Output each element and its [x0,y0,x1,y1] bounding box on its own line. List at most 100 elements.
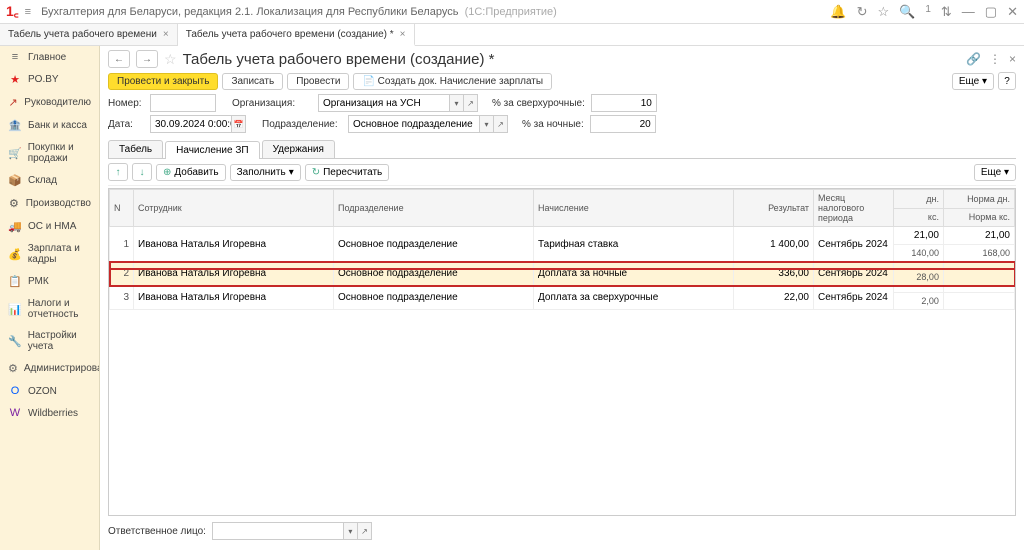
sidebar-item-12[interactable]: ⚙ Администрирование [0,357,99,380]
col-normkc[interactable]: Норма кс. [943,208,1014,227]
sidebar-icon: 💰 [8,248,22,261]
more-button[interactable]: Еще ▾ [952,73,994,90]
main-menu-icon[interactable]: ≡ [25,6,31,18]
night-input[interactable] [590,115,656,133]
inner-more-button[interactable]: Еще ▾ [974,164,1016,181]
sidebar-label: Покупки и продажи [28,142,91,164]
open-icon[interactable]: ↗ [493,116,507,132]
sidebar-icon: 📦 [8,174,22,187]
app-title: Бухгалтерия для Беларуси, редакция 2.1. … [41,6,830,18]
col-dn[interactable]: дн. [894,190,944,209]
bell-icon[interactable]: 🔔 [830,4,846,20]
sidebar-item-3[interactable]: 🏦Банк и касса [0,114,99,137]
col-accr[interactable]: Начисление [534,190,734,227]
sidebar: ≡Главное ★ PO.BY ↗Руководителю🏦Банк и касса… [0,46,100,550]
col-kc[interactable]: кс. [894,208,944,227]
sidebar-item-14[interactable]: W Wildberries [0,402,99,424]
add-row-button[interactable]: ⊕Добавить [156,164,226,181]
col-emp[interactable]: Сотрудник [134,190,334,227]
open-icon[interactable]: ↗ [357,523,371,539]
nav-back-button[interactable]: ← [108,50,130,68]
move-up-button[interactable]: ↑ [108,163,128,181]
col-normdn[interactable]: Норма дн. [943,190,1014,209]
move-down-button[interactable]: ↓ [132,163,152,181]
sidebar-item-4[interactable]: 🛒 Покупки и продажи [0,137,99,169]
overtime-label: % за сверхурочные: [492,98,585,109]
sidebar-icon: 📊 [8,303,22,316]
table-row[interactable]: 2Иванова Наталья ИгоревнаОсновное подраз… [110,262,1015,269]
search-icon[interactable]: 🔍 [899,4,915,20]
grid[interactable]: N Сотрудник Подразделение Начисление Рез… [108,188,1016,516]
sidebar-item-5[interactable]: 📦 Склад [0,169,99,192]
org-label: Организация: [232,98,312,109]
col-n[interactable]: N [110,190,134,227]
link-icon[interactable]: 🔗 [966,52,981,66]
calendar-icon[interactable]: 📅 [231,116,245,132]
history-icon[interactable]: ↻ [857,4,868,20]
table-row[interactable]: 1Иванова Наталья ИгоревнаОсновное подраз… [110,227,1015,245]
number-input[interactable] [150,94,216,112]
sidebar-item-6[interactable]: ⚙Производство [0,192,99,215]
sub-tab-accrual[interactable]: Начисление ЗП [165,141,259,159]
sidebar-label: Налоги и отчетность [28,298,91,320]
table-row[interactable]: 3Иванова Наталья ИгоревнаОсновное подраз… [110,286,1015,293]
doc-tab-0[interactable]: Табель учета рабочего времени × [0,24,178,45]
dropdown-icon[interactable]: ▾ [479,116,493,132]
options-icon[interactable]: ⇅ [941,4,952,20]
post-and-close-button[interactable]: Провести и закрыть [108,73,218,90]
sidebar-label: PO.BY [28,74,59,85]
save-button[interactable]: Записать [222,73,283,90]
nav-forward-button[interactable]: → [136,50,158,68]
post-button[interactable]: Провести [287,73,349,90]
sidebar-label: Склад [28,175,57,186]
sidebar-item-1[interactable]: ★ PO.BY [0,68,99,91]
sidebar-item-13[interactable]: OOZON [0,380,99,402]
col-result[interactable]: Результат [734,190,814,227]
app-logo: 1꜀ [6,2,19,21]
sidebar-item-11[interactable]: 🔧Настройки учета [0,325,99,357]
sidebar-label: Администрирование [24,363,100,374]
sidebar-label: Wildberries [28,408,78,419]
star-icon[interactable]: ☆ [877,4,889,20]
close-tab-icon[interactable]: × [163,29,169,40]
sidebar-item-9[interactable]: 📋РМК [0,270,99,293]
maximize-icon[interactable]: ▢ [985,4,997,20]
col-dept[interactable]: Подразделение [334,190,534,227]
dropdown-icon[interactable]: ▾ [449,95,463,111]
one-icon[interactable]: 1 [925,4,931,20]
close-icon[interactable]: ✕ [1007,4,1018,20]
overtime-input[interactable] [591,94,657,112]
minimize-icon[interactable]: — [962,4,975,20]
dept-label: Подразделение: [262,119,342,130]
dropdown-icon[interactable]: ▾ [343,523,357,539]
sub-tabs: Табель Начисление ЗП Удержания [108,140,1016,159]
col-period[interactable]: Месяц налогового периода [814,190,894,227]
sub-tab-deductions[interactable]: Удержания [262,140,335,158]
sidebar-icon: ★ [8,73,22,86]
close-tab-icon[interactable]: × [400,29,406,40]
sidebar-icon: 🏦 [8,119,22,132]
fill-button[interactable]: Заполнить ▾ [230,164,301,181]
menu-dots-icon[interactable]: ⋮ [989,52,1001,66]
close-form-icon[interactable]: × [1009,52,1016,66]
sidebar-item-10[interactable]: 📊 Налоги и отчетность [0,293,99,325]
sub-tab-tabel[interactable]: Табель [108,140,163,158]
doc-tab-1[interactable]: Табель учета рабочего времени (создание)… [178,24,415,46]
create-doc-button[interactable]: 📄 Создать док. Начисление зарплаты [353,73,552,90]
content: ← → ☆ Табель учета рабочего времени (соз… [100,46,1024,550]
sidebar-label: Производство [26,198,91,209]
sidebar-icon: W [8,407,22,419]
open-icon[interactable]: ↗ [463,95,477,111]
sidebar-item-2[interactable]: ↗Руководителю [0,91,99,114]
sidebar-item-8[interactable]: 💰 Зарплата и кадры [0,238,99,270]
help-button[interactable]: ? [998,72,1016,90]
favorite-icon[interactable]: ☆ [164,51,177,68]
sidebar-icon: 🛒 [8,147,22,160]
number-label: Номер: [108,98,144,109]
sidebar-label: Зарплата и кадры [28,243,91,265]
sidebar-item-7[interactable]: 🚚ОС и НМА [0,215,99,238]
sidebar-icon: ⚙ [8,362,18,375]
sidebar-item-0[interactable]: ≡Главное [0,46,99,68]
sidebar-icon: ↗ [8,96,18,109]
recalc-button[interactable]: ↻Пересчитать [305,164,390,181]
